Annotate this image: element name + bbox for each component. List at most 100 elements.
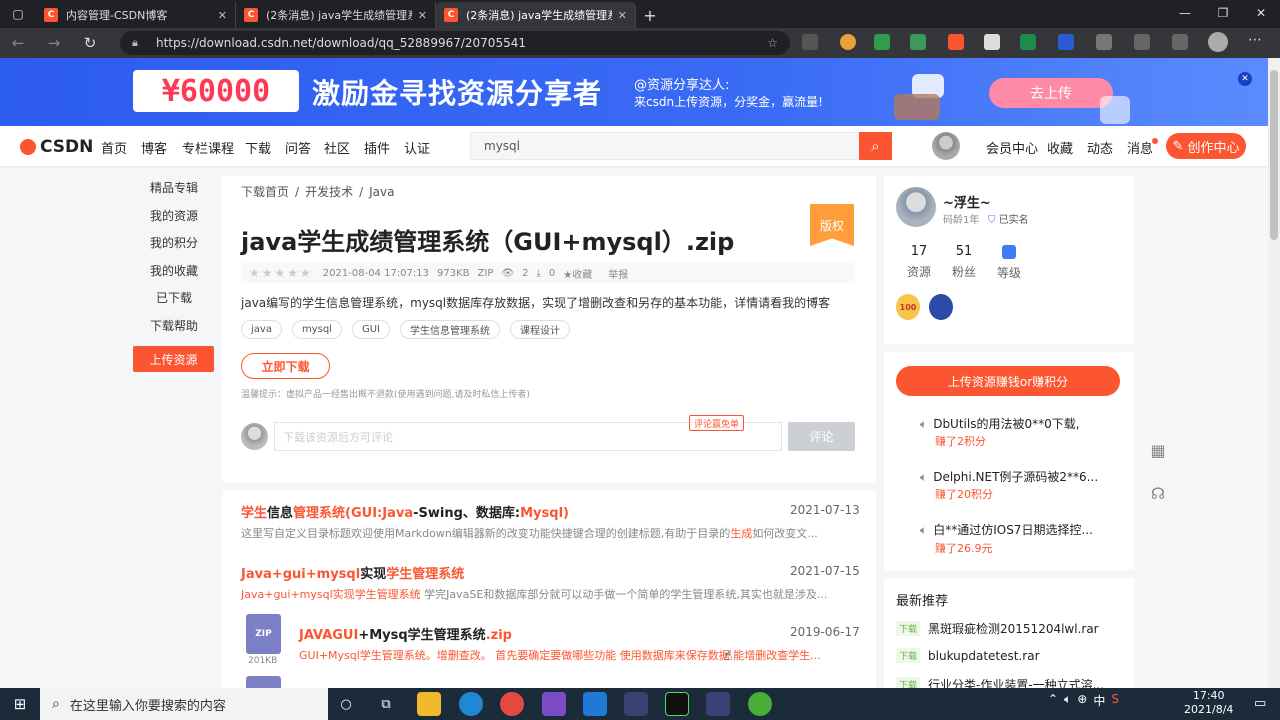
nav-vip[interactable]: 会员中心: [986, 138, 1038, 157]
medal-100-icon[interactable]: 100: [896, 294, 920, 320]
browser-tab-1[interactable]: C 内容管理-CSDN博客 ✕: [36, 2, 236, 28]
stat-resources[interactable]: 17 资源: [899, 244, 939, 280]
related-title-2[interactable]: Java+gui+mysql实现学生管理系统: [241, 563, 464, 582]
more-menu-icon[interactable]: ⋯: [1248, 32, 1264, 48]
system-clock[interactable]: 17:40 2021/8/4: [1184, 689, 1233, 717]
promo-banner[interactable]: ¥60000 激励金寻找资源分享者 @资源分享达人: 来csdn上传资源，分奖金…: [0, 58, 1268, 126]
task-view-icon[interactable]: ⧉: [374, 692, 398, 716]
extension-icon[interactable]: [984, 34, 1000, 50]
nav-cert[interactable]: 认证: [404, 138, 430, 157]
csdn-extension-icon[interactable]: [948, 34, 964, 50]
network-icon[interactable]: ⊕: [1077, 692, 1087, 709]
search-input[interactable]: [471, 133, 851, 159]
close-tab-icon[interactable]: ✕: [418, 9, 427, 22]
medal-shield-icon[interactable]: [929, 294, 953, 320]
taskbar-search[interactable]: ⌕ 在这里输入你要搜索的内容: [40, 688, 328, 720]
uploader-avatar[interactable]: [896, 187, 936, 227]
menu-item-my-points[interactable]: 我的积分: [134, 231, 214, 259]
edge-icon[interactable]: [459, 692, 483, 716]
tag[interactable]: java: [241, 320, 282, 339]
minimize-icon[interactable]: —: [1166, 0, 1204, 26]
notification-icon[interactable]: ▭: [1254, 696, 1266, 711]
banner-upload-button[interactable]: 去上传: [989, 78, 1113, 108]
stat-level[interactable]: 等级: [989, 244, 1029, 281]
nav-plugin[interactable]: 插件: [364, 138, 390, 157]
upload-earn-button[interactable]: 上传资源赚钱or赚积分: [896, 366, 1120, 396]
download-now-button[interactable]: 立即下载: [241, 353, 330, 379]
tag[interactable]: 学生信息管理系统: [399, 320, 500, 339]
nav-community[interactable]: 社区: [324, 138, 350, 157]
windows-start-icon[interactable]: ⊞: [0, 688, 40, 720]
browser-tab-3-active[interactable]: C (2条消息) java学生成绩管理系统 ✕: [436, 2, 636, 28]
eclipse-icon[interactable]: [624, 692, 648, 716]
maximize-icon[interactable]: ❐: [1204, 0, 1242, 26]
pycharm-icon[interactable]: [665, 692, 689, 716]
headset-support-icon[interactable]: ☊: [1146, 481, 1170, 505]
menu-item-my-favorites[interactable]: 我的收藏: [134, 259, 214, 287]
stat-fans[interactable]: 51 粉丝: [944, 244, 984, 280]
eclipse-icon[interactable]: [706, 692, 730, 716]
related-title-3[interactable]: JAVAGUI+Mysq学生管理系统.zip: [299, 624, 512, 643]
nav-favorites[interactable]: 收藏: [1047, 138, 1073, 157]
menu-item-my-resources[interactable]: 我的资源: [134, 204, 214, 232]
upload-resource-button[interactable]: 上传资源: [133, 346, 214, 372]
menu-item-help[interactable]: 下载帮助: [134, 314, 214, 342]
url-bar[interactable]: 🔒︎ https://download.csdn.net/download/qq…: [120, 31, 790, 55]
page-scrollbar[interactable]: [1268, 58, 1280, 688]
nav-messages[interactable]: 消息: [1127, 138, 1153, 157]
menu-item-downloaded[interactable]: 已下载: [134, 286, 214, 314]
close-tab-icon[interactable]: ✕: [618, 9, 627, 22]
extension-icon[interactable]: [802, 34, 818, 50]
tray-app-icon[interactable]: S: [1111, 692, 1119, 709]
user-avatar[interactable]: [932, 132, 960, 160]
nav-download[interactable]: 下载: [245, 138, 271, 157]
tag[interactable]: GUI: [351, 320, 390, 339]
tag[interactable]: 课程设计: [509, 320, 570, 339]
nav-blog[interactable]: 博客: [141, 138, 167, 157]
vscode-icon[interactable]: [583, 692, 607, 716]
collect-link[interactable]: ★收藏: [563, 266, 600, 281]
shield-extension-icon[interactable]: [874, 34, 890, 50]
reload-icon[interactable]: ↻: [72, 28, 108, 58]
cortana-icon[interactable]: ○: [334, 692, 358, 716]
scrollbar-thumb[interactable]: [1270, 70, 1278, 240]
menu-item-featured[interactable]: 精品专辑: [134, 176, 214, 204]
rating-stars-icon[interactable]: ★★★★★: [249, 266, 313, 280]
csdn-logo[interactable]: CSDN: [20, 137, 93, 157]
breadcrumb-item[interactable]: Java: [369, 185, 394, 199]
create-center-button[interactable]: ✎ 创作中心: [1166, 133, 1246, 159]
profile-avatar-icon[interactable]: [1208, 32, 1228, 52]
tab-actions-icon[interactable]: ▢: [0, 0, 36, 28]
extensions-puzzle-icon[interactable]: [1096, 34, 1112, 50]
visual-studio-icon[interactable]: [542, 692, 566, 716]
browser-tab-2[interactable]: C (2条消息) java学生成绩管理系统 ✕: [236, 2, 436, 28]
nav-qa[interactable]: 问答: [285, 138, 311, 157]
breadcrumb-item[interactable]: 开发技术: [305, 185, 353, 199]
related-title-1[interactable]: 学生信息管理系统(GUI:Java-Swing、数据库:Mysql): [241, 502, 569, 521]
back-icon[interactable]: ←: [0, 28, 36, 58]
recommend-item[interactable]: 下载 blukupdatetest.rar: [896, 648, 1040, 663]
chrome-icon[interactable]: [500, 692, 524, 716]
extension-icon[interactable]: [1058, 34, 1074, 50]
qr-code-icon[interactable]: ▦: [1146, 438, 1170, 462]
collections-icon[interactable]: [1172, 34, 1188, 50]
nav-courses[interactable]: 专栏课程: [182, 138, 234, 157]
search-button[interactable]: ⌕: [859, 132, 892, 160]
forward-icon[interactable]: →: [36, 28, 72, 58]
new-tab-icon[interactable]: +: [636, 2, 664, 28]
report-link[interactable]: 举报: [608, 266, 628, 281]
uploader-name[interactable]: ~浮生~: [943, 192, 991, 211]
tag[interactable]: mysql: [291, 320, 342, 339]
chevron-up-icon[interactable]: ⌃: [1048, 692, 1058, 709]
extension-icon[interactable]: [910, 34, 926, 50]
breadcrumb-item[interactable]: 下载首页: [241, 185, 289, 199]
ime-indicator[interactable]: 中: [1093, 692, 1105, 709]
nav-home[interactable]: 首页: [101, 138, 127, 157]
favorite-star-icon[interactable]: ☆: [767, 36, 778, 50]
wechat-icon[interactable]: [748, 692, 772, 716]
close-tab-icon[interactable]: ✕: [218, 9, 227, 22]
recommend-item[interactable]: 下载 黑斑瑕疵检测20151204lwl.rar: [896, 620, 1099, 637]
banner-close-icon[interactable]: ✕: [1238, 72, 1252, 86]
nav-activity[interactable]: 动态: [1087, 138, 1113, 157]
favorites-icon[interactable]: [1134, 34, 1150, 50]
